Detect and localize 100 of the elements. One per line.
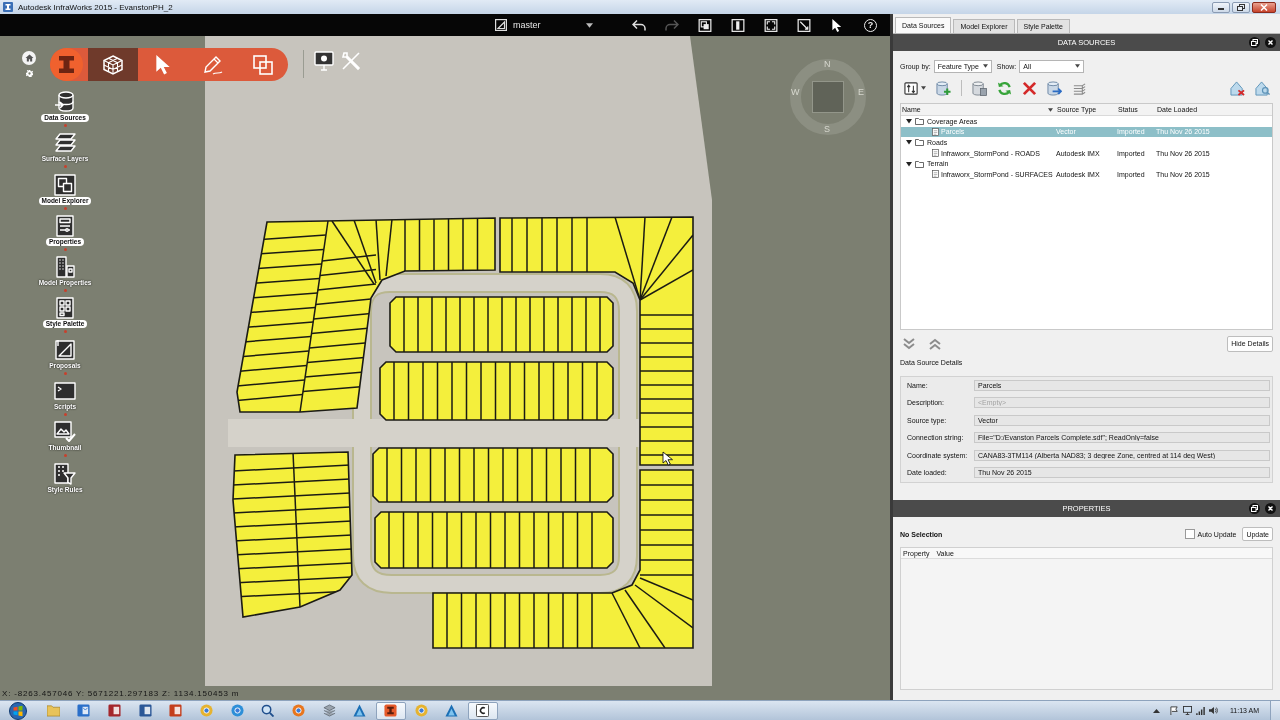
float-window-icon[interactable]	[1249, 37, 1260, 48]
start-button[interactable]	[7, 701, 29, 720]
database-icon	[972, 80, 987, 96]
separator-dot-icon	[63, 247, 67, 251]
expanded-triangle-icon[interactable]	[906, 118, 912, 125]
checkbox[interactable]	[1184, 529, 1195, 539]
signal-icon[interactable]	[1195, 706, 1205, 715]
grid-funnel-icon	[54, 462, 76, 485]
tool-button[interactable]	[88, 48, 138, 81]
layers-icon	[54, 132, 76, 155]
house-search-icon	[1255, 80, 1270, 96]
globe-icon	[199, 704, 213, 717]
monitor-icon	[314, 51, 334, 71]
home-button[interactable]	[22, 51, 36, 65]
close-icon	[1260, 3, 1268, 11]
taskbar-button[interactable]	[467, 701, 498, 720]
redo-arrow-icon	[665, 18, 679, 32]
document-icon	[932, 170, 939, 179]
double-chevron-up-icon[interactable]	[929, 337, 941, 350]
double-chevron-down-icon[interactable]	[903, 337, 915, 350]
undo-arrow-icon	[632, 18, 646, 32]
set-square-icon	[54, 338, 76, 361]
close-icon[interactable]	[1265, 503, 1276, 514]
separator-dot-icon	[63, 124, 67, 127]
refresh-button[interactable]	[997, 80, 1012, 96]
separator-dot-icon	[63, 165, 67, 169]
home-icon	[24, 54, 34, 62]
magnifier-icon	[261, 704, 275, 717]
delete-button[interactable]	[1022, 80, 1037, 96]
expanded-triangle-icon[interactable]	[906, 139, 912, 146]
separator-dot-icon	[63, 330, 67, 334]
building-icon	[54, 256, 76, 279]
add-source-button[interactable]	[936, 80, 951, 96]
globe-icon	[292, 704, 305, 717]
logo-icon	[384, 704, 398, 717]
lines-icon	[1072, 80, 1087, 96]
globe-icon	[414, 704, 428, 717]
triangle-icon	[353, 704, 367, 717]
window-title: Autodesk InfraWorks 2015 - EvanstonPH_2	[18, 2, 173, 12]
logo-icon	[3, 2, 13, 12]
speaker-icon[interactable]	[1208, 706, 1218, 715]
flag-icon[interactable]	[1169, 706, 1179, 715]
minimize-icon	[1218, 8, 1224, 10]
tile-icon	[107, 704, 121, 717]
stack-icon	[322, 704, 336, 717]
caret-icon	[1075, 64, 1081, 68]
compass-letter: S	[824, 125, 830, 134]
separator-dot-icon	[63, 454, 67, 458]
configure-button[interactable]	[972, 80, 987, 96]
overlap-squares-icon	[253, 54, 273, 75]
coordinates-readout: X: -8263.457046 Y: 5671221.297183 Z: 1134.150453 m	[2, 688, 240, 698]
monitor-icon[interactable]	[1182, 706, 1192, 715]
overlap-squares-icon	[54, 173, 76, 196]
sort-caret-icon[interactable]	[1048, 107, 1053, 112]
separator-dot-icon	[63, 413, 67, 417]
database-add-icon	[936, 80, 951, 96]
close-icon[interactable]	[1265, 37, 1276, 48]
overlap-squares-icon	[698, 18, 712, 32]
toolbar-button[interactable]	[313, 50, 335, 72]
compass-letter: N	[824, 60, 831, 69]
separator-dot-icon	[63, 289, 67, 293]
caret-icon	[586, 22, 593, 28]
folder-icon	[46, 704, 60, 717]
delete-icon	[1022, 80, 1037, 96]
remove-shape-button[interactable]	[1230, 80, 1245, 96]
export-button[interactable]	[1047, 80, 1062, 96]
separator-dot-icon	[63, 371, 67, 375]
fullscreen-icon	[764, 18, 778, 32]
envelope-tile-icon	[77, 704, 91, 717]
tools-icon	[341, 51, 361, 71]
refresh-icon	[997, 80, 1012, 96]
triangle-icon	[445, 704, 459, 717]
proposal-dropdown[interactable]: master	[493, 17, 597, 33]
compass-letter: E	[858, 88, 864, 97]
restore-icon	[1237, 3, 1245, 11]
document-icon	[932, 149, 939, 158]
import-button[interactable]	[904, 80, 926, 96]
expanded-triangle-icon[interactable]	[906, 160, 912, 167]
caret-up-icon[interactable]	[1152, 708, 1160, 713]
house-remove-icon	[1230, 80, 1245, 96]
taskbar-button[interactable]	[375, 701, 406, 720]
minimize-button[interactable]	[1212, 1, 1230, 13]
pencil-icon	[203, 54, 223, 75]
logo-icon	[50, 48, 83, 81]
settings-button[interactable]	[1072, 80, 1087, 96]
database-icon	[54, 91, 76, 113]
settings-icon[interactable]	[26, 70, 33, 77]
restore-button[interactable]	[1232, 1, 1250, 13]
set-square-icon	[495, 19, 507, 31]
form-icon	[54, 214, 76, 237]
close-button[interactable]	[1252, 1, 1276, 13]
grid-icon	[54, 297, 76, 320]
pointer-icon	[830, 18, 844, 32]
square-arrow-icon	[797, 18, 811, 32]
float-window-icon[interactable]	[1249, 503, 1260, 514]
orb-icon	[9, 701, 27, 720]
globe-icon	[230, 704, 244, 717]
shape-button[interactable]	[1255, 80, 1270, 96]
database-export-icon	[1047, 80, 1062, 96]
tile-icon	[138, 704, 152, 717]
